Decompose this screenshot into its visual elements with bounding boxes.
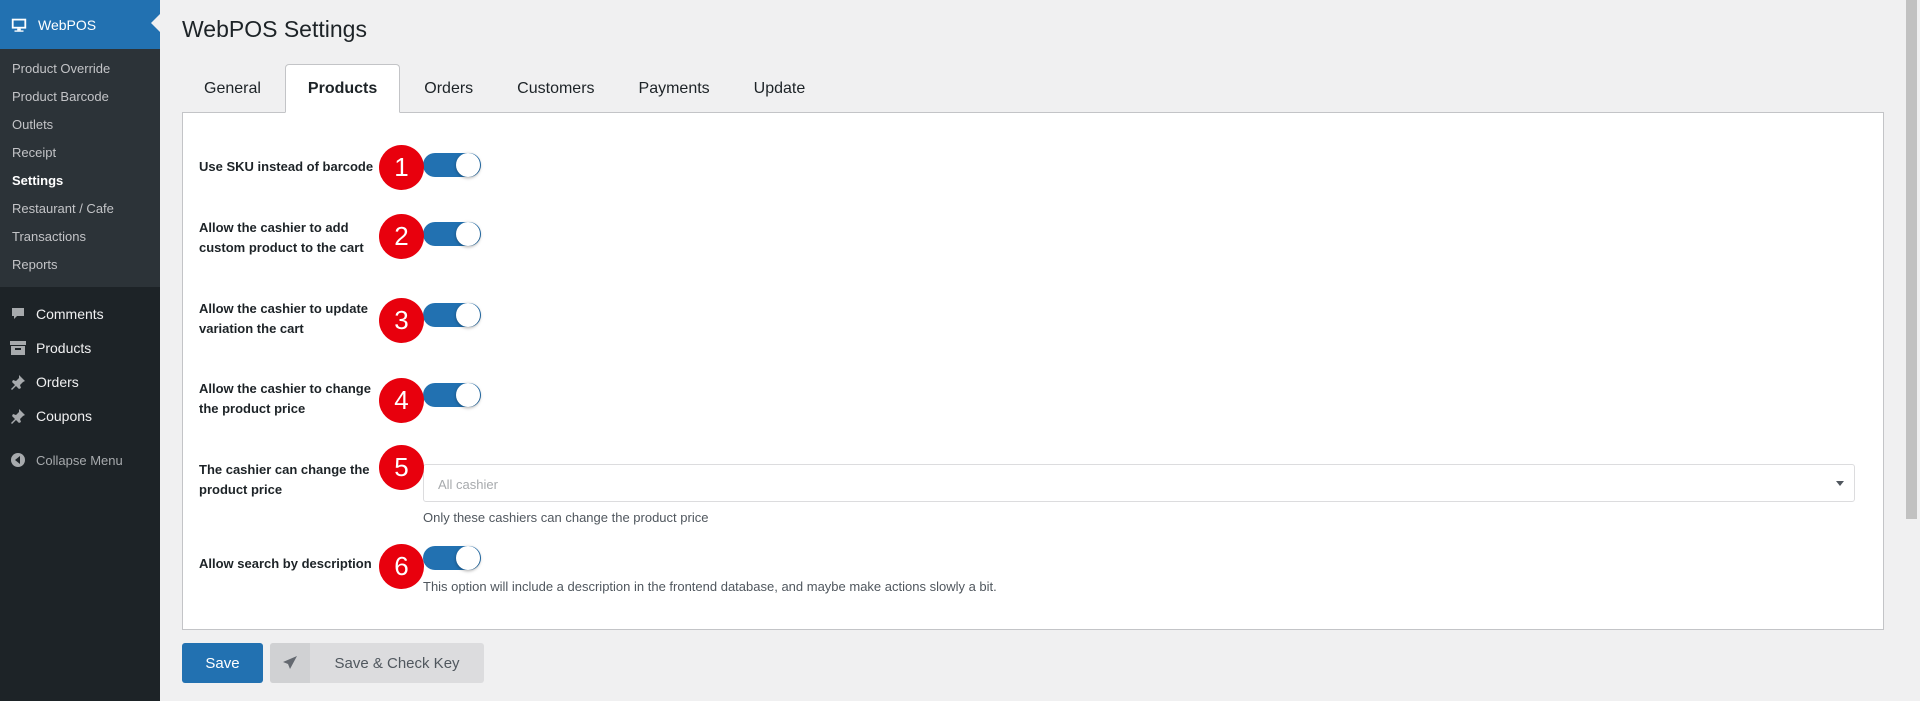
tab-customers[interactable]: Customers [495,64,616,113]
toggle-knob [456,153,480,177]
annotation-badge: 5 [379,445,424,490]
sidebar-menu: Comments Products Orders Coupons Collaps… [0,287,160,477]
save-button[interactable]: Save [182,643,263,683]
setting-label: The cashier can change the product price [199,462,370,497]
sidebar-item-coupons[interactable]: Coupons [0,399,160,433]
annotation-badge: 2 [379,214,424,259]
cashier-select[interactable]: All cashier [423,464,1855,502]
tab-update[interactable]: Update [732,64,828,113]
archive-icon [10,340,26,356]
toggle-knob [456,222,480,246]
annotation-badge: 1 [379,145,424,190]
change-price-toggle[interactable] [423,383,481,407]
submenu-product-barcode[interactable]: Product Barcode [0,83,160,111]
pin-icon [10,374,26,390]
sidebar-header-label: WebPOS [38,16,97,33]
help-text: This option will include a description i… [423,579,997,594]
sidebar-item-label: Coupons [36,408,93,424]
collapse-arrow-icon [10,452,26,468]
submenu-reports[interactable]: Reports [0,251,160,279]
settings-panel: Use SKU instead of barcode 1 Allow the c… [182,112,1884,630]
sidebar-header-webpos[interactable]: WebPOS [0,0,160,49]
tab-orders[interactable]: Orders [402,64,495,113]
save-check-key-button[interactable]: Save & Check Key [270,643,484,683]
toggle-knob [456,383,480,407]
sidebar-item-label: Orders [36,374,79,390]
monitor-icon [11,18,27,32]
search-description-toggle[interactable] [423,546,481,570]
setting-label: Allow the cashier to update variation th… [199,301,369,336]
chevron-down-icon [1836,481,1844,486]
send-icon [270,643,310,683]
sidebar-item-products[interactable]: Products [0,331,160,365]
custom-product-toggle[interactable] [423,222,481,246]
collapse-menu-label: Collapse Menu [36,452,123,468]
collapse-menu-button[interactable]: Collapse Menu [0,443,160,477]
annotation-badge: 6 [379,544,424,589]
scrollbar-thumb[interactable] [1906,0,1917,519]
select-placeholder: All cashier [438,477,498,492]
setting-label: Use SKU instead of barcode [199,159,374,174]
tab-general[interactable]: General [182,64,283,113]
sidebar-item-comments[interactable]: Comments [0,297,160,331]
page-scrollbar[interactable] [1903,0,1920,701]
update-variation-toggle[interactable] [423,303,481,327]
annotation-badge: 3 [379,298,424,343]
sku-toggle[interactable] [423,153,481,177]
help-text: Only these cashiers can change the produ… [423,510,709,525]
pin-icon [10,408,26,424]
submenu-outlets[interactable]: Outlets [0,111,160,139]
toggle-knob [456,303,480,327]
toggle-knob [456,546,480,570]
comment-icon [10,306,26,322]
settings-tabs: General Products Orders Customers Paymen… [182,64,827,113]
setting-label: Allow the cashier to change the product … [199,381,371,416]
submenu-transactions[interactable]: Transactions [0,223,160,251]
page-title: WebPOS Settings [182,16,367,42]
sidebar-item-label: Products [36,340,92,356]
admin-sidebar: WebPOS Product Override Product Barcode … [0,0,160,701]
annotation-badge: 4 [379,378,424,423]
sidebar-item-label: Comments [36,306,104,322]
submenu-settings[interactable]: Settings [0,167,160,195]
main-content: WebPOS Settings General Products Orders … [160,0,1920,701]
sidebar-submenu: Product Override Product Barcode Outlets… [0,49,160,287]
sidebar-item-orders[interactable]: Orders [0,365,160,399]
setting-label: Allow the cashier to add custom product … [199,220,364,255]
tab-products[interactable]: Products [284,64,401,113]
tab-payments[interactable]: Payments [617,64,732,113]
save-check-key-label: Save & Check Key [334,654,460,672]
setting-label: Allow search by description [199,556,372,571]
submenu-product-override[interactable]: Product Override [0,55,160,83]
submenu-receipt[interactable]: Receipt [0,139,160,167]
submenu-restaurant-cafe[interactable]: Restaurant / Cafe [0,195,160,223]
